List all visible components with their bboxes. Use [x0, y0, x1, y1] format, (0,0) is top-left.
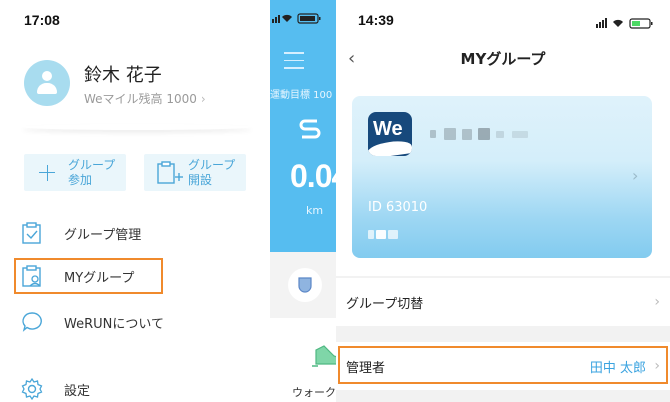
walking-shoe-icon[interactable] — [312, 344, 336, 368]
redacted-text — [512, 131, 528, 138]
logo-text: We — [373, 118, 403, 140]
goal-text: 運動目標 100 — [270, 90, 333, 101]
group-card[interactable]: We › ID 63010 — [352, 96, 652, 258]
redacted-text — [376, 230, 386, 239]
distance-value: 0.04 — [290, 158, 336, 194]
highlight-box — [338, 346, 668, 384]
redacted-text — [388, 230, 398, 239]
avatar-head-shape — [42, 71, 52, 81]
chat-bubble-icon — [22, 312, 42, 332]
avatar[interactable] — [24, 60, 70, 106]
menu-item-about[interactable]: WeRUNについて — [20, 305, 164, 339]
redacted-text — [462, 129, 472, 140]
gear-icon — [21, 377, 43, 401]
miles-balance: Weマイル残高 1000 — [84, 92, 197, 106]
clipboard-plus-icon — [154, 158, 184, 188]
user-name: 鈴木 花子 — [84, 65, 162, 86]
avatar-body-shape — [37, 83, 57, 94]
status-time: 14:39 — [358, 12, 394, 28]
status-icons — [270, 12, 334, 27]
status-icons — [594, 14, 658, 33]
create-group-button[interactable]: グループ 開設 — [144, 154, 246, 191]
shield-icon[interactable] — [288, 268, 322, 302]
clipboard-check-icon — [22, 222, 41, 244]
chevron-right-icon: › — [200, 92, 206, 106]
switch-group-row[interactable]: グループ切替 › — [336, 278, 670, 326]
menu-label: グループ管理 — [64, 227, 142, 243]
join-group-button[interactable]: グループ 参加 — [24, 154, 126, 191]
chevron-right-icon: › — [654, 294, 660, 310]
divider — [22, 124, 252, 130]
miles-balance-link[interactable]: Weマイル残高 1000 › — [84, 90, 206, 107]
status-time: 17:08 — [24, 12, 60, 28]
row-label: グループ切替 — [346, 296, 424, 312]
redacted-text — [444, 128, 456, 140]
menu-label: 設定 — [64, 383, 91, 399]
walk-label: ウォーク... — [292, 386, 336, 399]
menu-item-settings[interactable]: 設定 — [20, 372, 90, 402]
plus-icon — [34, 158, 64, 188]
highlight-box — [14, 258, 163, 294]
menu-label: WeRUNについて — [64, 316, 164, 332]
background-app-screen: 運動目標 100 0.04 km ウォーク... — [270, 0, 336, 402]
redacted-text — [478, 128, 490, 140]
join-group-label: グループ 参加 — [68, 157, 116, 187]
distance-unit: km — [306, 204, 324, 217]
chevron-right-icon: › — [632, 166, 639, 185]
my-group-screen: 14:39 ‹ MYグループ We › ID 63010 グループ切替 › 管理… — [336, 0, 670, 402]
werun-logo-icon — [299, 119, 321, 139]
redacted-text — [368, 230, 374, 239]
menu-item-group-management[interactable]: グループ管理 — [20, 216, 141, 250]
side-menu-panel: 17:08 鈴木 花子 Weマイル残高 1000 › グループ 参加 グループ 開… — [0, 0, 270, 402]
group-id: ID 63010 — [368, 200, 428, 215]
redacted-text — [430, 130, 436, 138]
page-title: MYグループ — [460, 50, 546, 68]
redacted-text — [496, 131, 504, 138]
create-group-label: グループ 開設 — [188, 157, 236, 187]
hamburger-menu-icon[interactable] — [284, 52, 304, 75]
we-logo: We — [368, 112, 412, 156]
